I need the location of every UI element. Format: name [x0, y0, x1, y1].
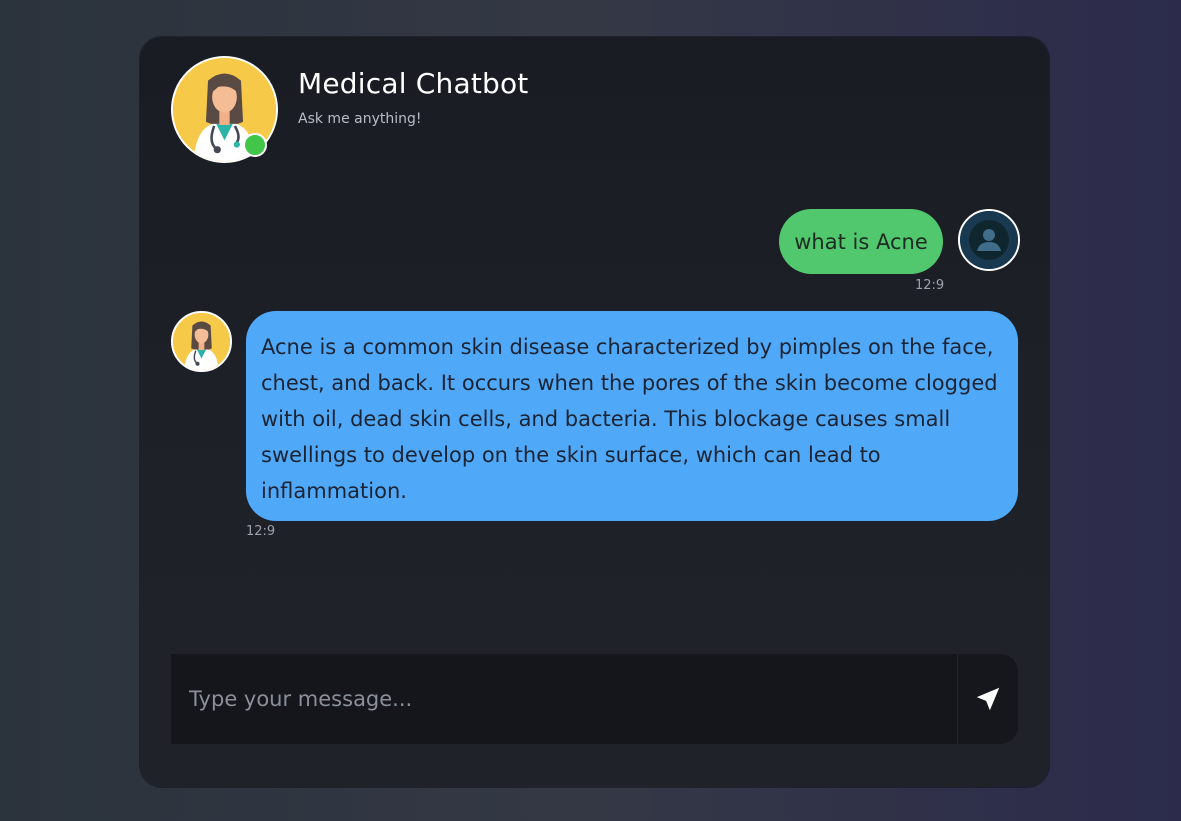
page-title: Medical Chatbot: [298, 67, 529, 100]
bot-message-bubble: Acne is a common skin disease characteri…: [246, 311, 1018, 521]
page-subtitle: Ask me anything!: [298, 111, 422, 127]
bot-avatar: [171, 311, 232, 372]
user-message-time: 12:9: [915, 278, 945, 293]
bot-message-time: 12:9: [246, 524, 276, 539]
message-composer: [171, 654, 1018, 744]
user-avatar-icon: [960, 211, 1018, 269]
send-icon: [976, 687, 1000, 711]
user-message-bubble: what is Acne: [779, 209, 943, 274]
doctor-avatar-icon: [173, 313, 230, 370]
chat-window: Medical Chatbot Ask me anything! what is…: [140, 37, 1049, 787]
online-status-dot: [243, 133, 267, 157]
message-input[interactable]: [171, 654, 957, 744]
user-avatar: [958, 209, 1020, 271]
send-button[interactable]: [957, 654, 1018, 744]
